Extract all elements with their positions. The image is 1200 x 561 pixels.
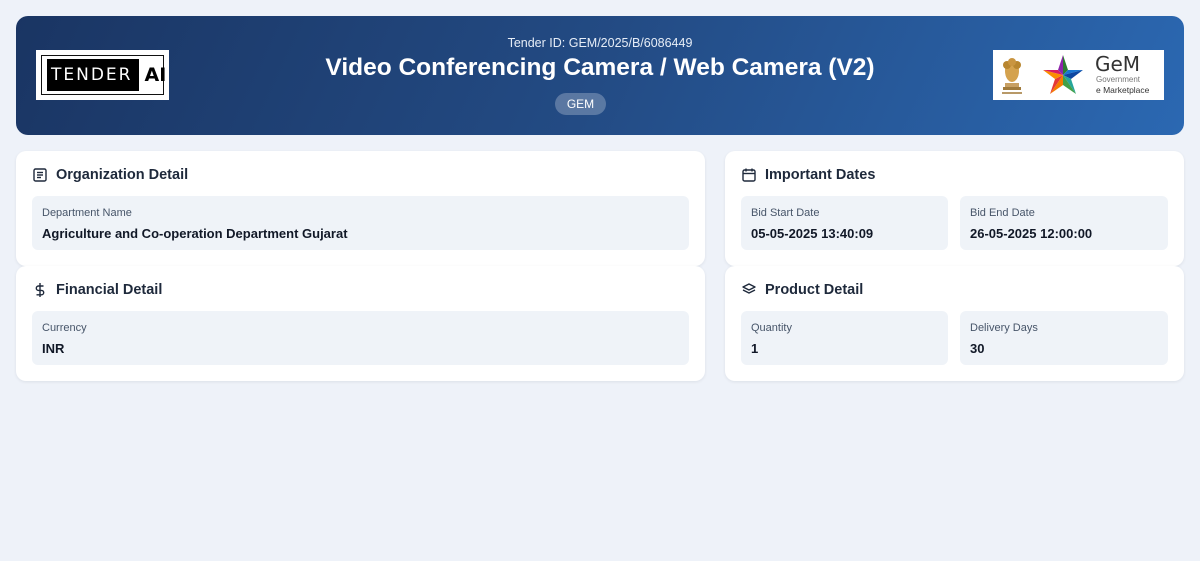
bid-end-value: 26-05-2025 12:00:00 — [970, 226, 1093, 241]
product-title: Product Detail — [765, 282, 864, 298]
tender-header: TENDER AI Tender ID: GEM/2025/B/6086449 … — [16, 16, 1184, 135]
delivery-days-value: 30 — [970, 341, 985, 356]
gem-subtitle-2: e Marketplace — [1096, 85, 1150, 95]
bid-start-label: Bid Start Date — [751, 207, 820, 219]
currency-field: Currency INR — [32, 311, 689, 365]
financial-title: Financial Detail — [56, 282, 163, 298]
delivery-days-label: Delivery Days — [970, 322, 1038, 334]
gem-star-icon — [1043, 55, 1083, 94]
organization-title: Organization Detail — [56, 167, 189, 183]
bid-start-field: Bid Start Date 05-05-2025 13:40:09 — [741, 196, 948, 250]
gem-name: GeM — [1095, 52, 1141, 76]
gem-logo: GeM Government e Marketplace — [993, 50, 1164, 100]
bid-end-field: Bid End Date 26-05-2025 12:00:00 — [960, 196, 1168, 250]
source-badge: GEM — [555, 93, 606, 115]
calendar-icon — [742, 168, 756, 182]
document-icon — [33, 168, 47, 182]
financial-card: Financial Detail Currency INR — [16, 266, 705, 381]
currency-label: Currency — [42, 322, 87, 334]
dates-title: Important Dates — [765, 167, 876, 183]
bid-end-label: Bid End Date — [970, 207, 1035, 219]
product-card-header: Product Detail — [741, 282, 863, 298]
quantity-label: Quantity — [751, 322, 792, 334]
gem-subtitle-1: Government — [1096, 75, 1141, 84]
quantity-field: Quantity 1 — [741, 311, 948, 365]
department-field: Department Name Agriculture and Co-opera… — [32, 196, 689, 250]
product-card: Product Detail Quantity 1 Delivery Days … — [725, 266, 1184, 381]
dates-card: Important Dates Bid Start Date 05-05-202… — [725, 151, 1184, 266]
organization-card: Organization Detail Department Name Agri… — [16, 151, 705, 266]
delivery-days-field: Delivery Days 30 — [960, 311, 1168, 365]
quantity-value: 1 — [751, 341, 759, 356]
dollar-icon — [35, 283, 45, 297]
department-value: Agriculture and Co-operation Department … — [42, 226, 348, 241]
organization-card-header: Organization Detail — [32, 167, 188, 183]
layers-icon — [742, 283, 756, 294]
financial-card-header: Financial Detail — [32, 282, 162, 298]
national-emblem-icon — [1002, 58, 1022, 94]
tender-id: Tender ID: GEM/2025/B/6086449 — [507, 36, 693, 50]
bid-start-value: 05-05-2025 13:40:09 — [751, 226, 874, 241]
currency-value: INR — [42, 341, 65, 356]
dates-card-header: Important Dates — [741, 167, 875, 183]
department-label: Department Name — [42, 207, 132, 219]
